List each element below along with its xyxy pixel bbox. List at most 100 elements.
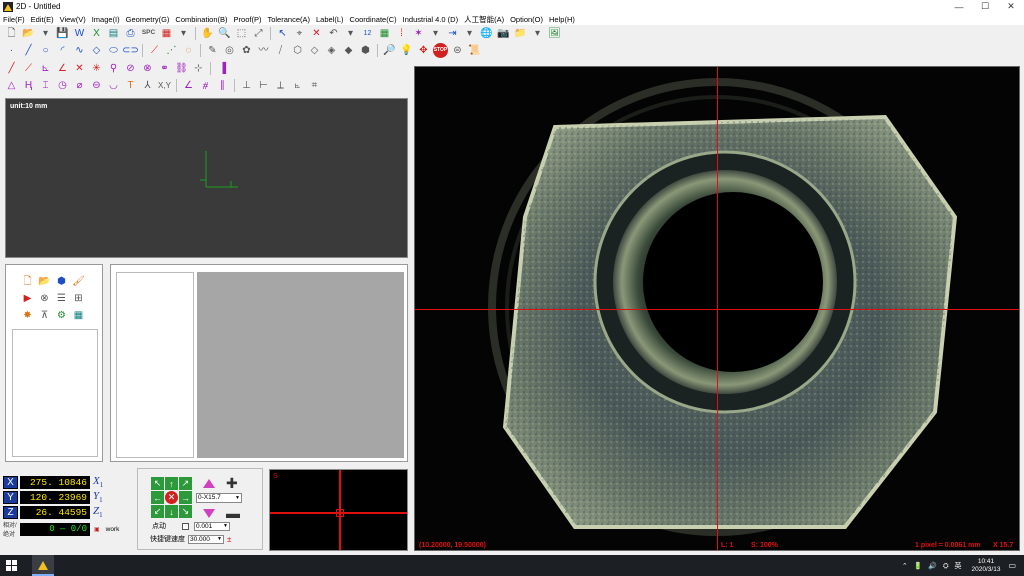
minimize-button[interactable]: —	[946, 2, 972, 12]
contour-icon[interactable]: ✿	[239, 43, 254, 58]
menu-ai[interactable]: 人工智能(A)	[461, 14, 507, 25]
folder-icon[interactable]: 📁	[513, 26, 528, 41]
auto-circle-icon[interactable]: ◌	[181, 43, 196, 58]
xy-icon[interactable]: X,Y	[157, 78, 172, 93]
clock[interactable]: 10:41 2020/3/13	[972, 558, 1001, 574]
jog-up-left-icon[interactable]: ↖	[151, 477, 164, 490]
program-icon[interactable]: ⚙	[54, 309, 69, 323]
zoom-icon[interactable]: 🔍	[217, 26, 232, 41]
label-icon[interactable]: ⅄	[140, 78, 155, 93]
jog-left-icon[interactable]: ←	[151, 491, 164, 504]
jog-right-icon[interactable]: →	[179, 491, 192, 504]
menu-file[interactable]: File(F)	[0, 15, 28, 24]
h-dimension-icon[interactable]: Ⱨ	[21, 78, 36, 93]
new-doc-icon[interactable]: 🗋	[20, 275, 35, 289]
step-select[interactable]: 0.001	[194, 521, 230, 531]
move-icon[interactable]: ✥	[416, 43, 431, 58]
menu-tolerance[interactable]: Tolerance(A)	[264, 15, 313, 24]
menu-option[interactable]: Option(O)	[507, 15, 546, 24]
dropdown-icon[interactable]: ▾	[343, 26, 358, 41]
shape-icon[interactable]: ⬡	[290, 43, 305, 58]
slant-icon[interactable]: ⧣	[198, 78, 213, 93]
menu-industrial[interactable]: Industrial 4.0 (D)	[400, 15, 461, 24]
sparkle-icon[interactable]: ✶	[411, 26, 426, 41]
undo-icon[interactable]: ↶	[326, 26, 341, 41]
save-icon[interactable]: 💾	[55, 26, 70, 41]
cross-icon[interactable]: ✕	[72, 61, 87, 76]
maximize-button[interactable]: ☐	[972, 1, 998, 12]
z-up-icon[interactable]	[203, 479, 215, 488]
jog-down-left-icon[interactable]: ↙	[151, 505, 164, 518]
results-list[interactable]	[116, 272, 194, 458]
curve-icon[interactable]: ∿	[72, 43, 87, 58]
intersect-icon[interactable]: ✳	[89, 61, 104, 76]
arc-length-icon[interactable]: ◡	[106, 78, 121, 93]
lightbulb-icon[interactable]: 💡	[399, 43, 414, 58]
chain-icon[interactable]: ⛓	[174, 61, 189, 76]
z-down-icon[interactable]	[203, 509, 215, 518]
menu-geometry[interactable]: Geometry(G)	[123, 15, 173, 24]
dot-grid-icon[interactable]: ⁞	[394, 26, 409, 41]
diameter-icon[interactable]: ⌀	[72, 78, 87, 93]
brush-icon[interactable]: 🖌	[71, 275, 86, 289]
menu-combination[interactable]: Combination(B)	[172, 15, 230, 24]
file-list[interactable]	[12, 329, 98, 457]
arc-icon[interactable]: ◜	[55, 43, 70, 58]
pin-icon[interactable]: ⚲	[106, 61, 121, 76]
pointer-icon[interactable]: ⌖	[292, 26, 307, 41]
tray-icons[interactable]: ⌃ 🔋 🔊 ⛭ 英	[902, 561, 964, 571]
ellipse-icon[interactable]: ⬭	[106, 43, 121, 58]
plus-grid-icon[interactable]: ⊹	[191, 61, 206, 76]
auto-line-icon[interactable]: ⟋	[147, 43, 162, 58]
shape2-icon[interactable]: ◇	[307, 43, 322, 58]
dropdown-icon[interactable]: ▾	[462, 26, 477, 41]
abs-rel-toggle[interactable]: 相对/绝对	[3, 520, 20, 538]
jog-up-icon[interactable]: ↑	[165, 477, 178, 490]
open-folder-icon[interactable]: 📂	[21, 26, 36, 41]
lens-icon[interactable]: ⊜	[450, 43, 465, 58]
focus-icon[interactable]: ◎	[222, 43, 237, 58]
line-point-icon[interactable]: ⟋	[21, 61, 36, 76]
cursor-arrow-icon[interactable]: ↖	[275, 26, 290, 41]
open-doc-icon[interactable]: 📂	[37, 275, 52, 289]
ring-icon[interactable]: ⊖	[89, 78, 104, 93]
jog-checkbox[interactable]	[182, 522, 189, 530]
camera-view[interactable]: (10.20000, 19.50000) L: 1 S: 100% 1 pixe…	[414, 66, 1020, 551]
star-icon[interactable]: ✸	[20, 309, 35, 323]
parallel-icon[interactable]: ∥	[215, 78, 230, 93]
line-construct-icon[interactable]: ╱	[4, 61, 19, 76]
circle-line-icon[interactable]: ⊘	[123, 61, 138, 76]
new-file-icon[interactable]: 🗋	[4, 26, 19, 41]
coordinate-icon[interactable]: ⟂	[273, 78, 288, 93]
settings-mini-icon[interactable]: ▣	[94, 526, 100, 533]
menu-label[interactable]: Label(L)	[313, 15, 347, 24]
word-export-icon[interactable]: W	[72, 26, 87, 41]
numbering-icon[interactable]: 12	[360, 26, 375, 41]
point-icon[interactable]: ·	[4, 43, 19, 58]
scroll-icon[interactable]: 📜	[467, 43, 482, 58]
triangle-icon[interactable]: △	[4, 78, 19, 93]
dropdown-icon[interactable]: ▾	[530, 26, 545, 41]
coord-origin-icon[interactable]: ⌗	[307, 78, 322, 93]
shape3-icon[interactable]: ◈	[324, 43, 339, 58]
z-zero-button[interactable]: Z1	[93, 505, 103, 519]
dropdown-icon[interactable]: ▾	[38, 26, 53, 41]
excel-export-icon[interactable]: X	[89, 26, 104, 41]
table-icon[interactable]: ▦	[71, 309, 86, 323]
diamond-icon[interactable]: ◇	[89, 43, 104, 58]
bracket-icon[interactable]: ⌶	[38, 78, 53, 93]
globe-icon[interactable]: 🌐	[479, 26, 494, 41]
menu-help[interactable]: Help(H)	[546, 15, 578, 24]
menu-coordinate[interactable]: Coordinate(C)	[347, 15, 400, 24]
menu-proof[interactable]: Proof(P)	[231, 15, 265, 24]
fit-view-icon[interactable]: ⤢	[251, 26, 266, 41]
camera-icon[interactable]: 📷	[496, 26, 511, 41]
radius-icon[interactable]: ◷	[55, 78, 70, 93]
grid-icon[interactable]: ▦	[377, 26, 392, 41]
grid-view-icon[interactable]: ⊞	[71, 292, 86, 306]
plus-minus-icon[interactable]: ±	[227, 535, 231, 544]
coord-rotate-icon[interactable]: ⦜	[290, 78, 305, 93]
list-icon[interactable]: ☰	[54, 292, 69, 306]
edge-detect-icon[interactable]: ⋰	[164, 43, 179, 58]
datum-icon[interactable]: ⊥	[239, 78, 254, 93]
